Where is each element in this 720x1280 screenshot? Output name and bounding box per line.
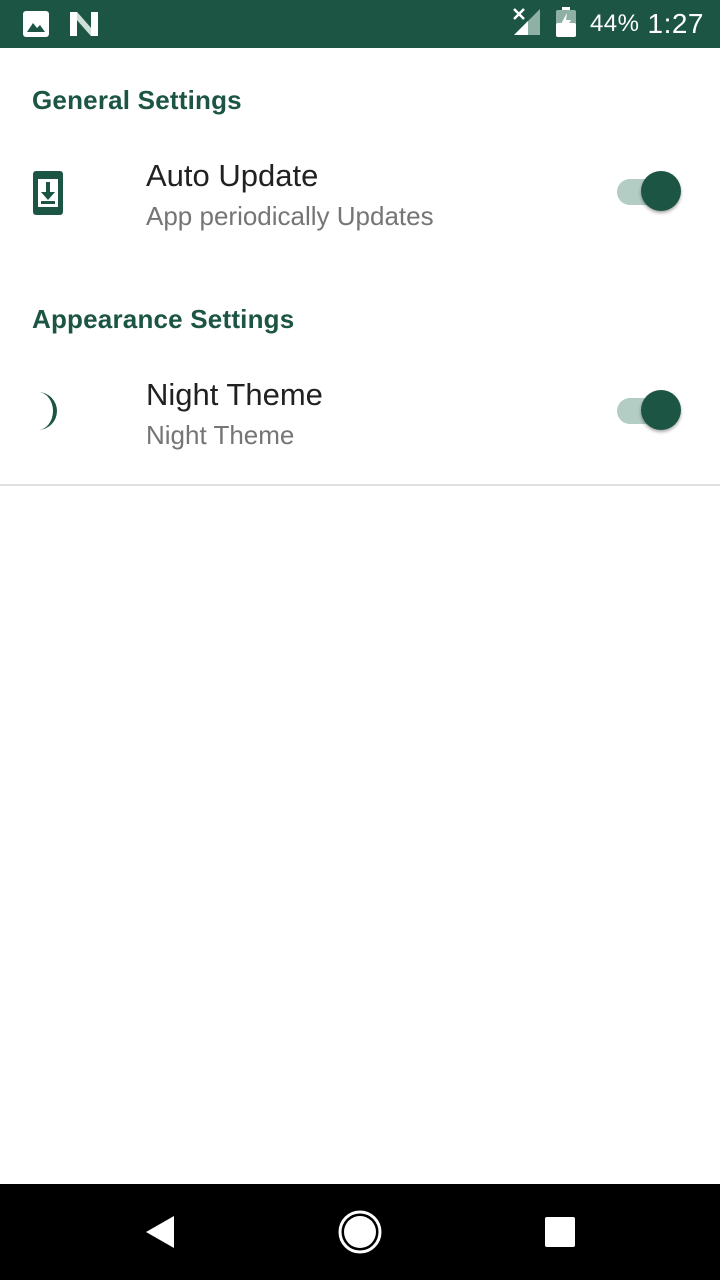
clock: 1:27 [647,8,704,39]
switch-thumb [641,390,681,430]
night-theme-switch[interactable] [615,390,683,432]
navigation-bar [0,1184,720,1280]
night-theme-title: Night Theme [146,377,323,412]
auto-update-preference[interactable]: Auto Update App periodically Updates [0,138,720,248]
settings-screen: 44% 1:27 General Settings Auto Update Ap… [0,0,720,1280]
auto-update-title: Auto Update [146,158,319,193]
back-icon[interactable] [136,1208,184,1256]
auto-update-switch[interactable] [615,171,683,213]
battery-charging-icon [555,6,576,42]
switch-thumb [641,171,681,211]
signal-no-service-icon [512,7,542,42]
auto-update-summary: App periodically Updates [146,201,434,231]
night-theme-summary: Night Theme [146,420,295,450]
n-notification-icon [68,10,100,43]
moon-icon [32,391,66,436]
appearance-settings-header: Appearance Settings [32,304,295,334]
general-settings-header: General Settings [32,85,242,115]
system-update-icon [30,170,66,221]
image-icon [22,10,50,43]
status-bar: 44% 1:27 [0,0,720,48]
list-divider [0,484,720,486]
home-icon[interactable] [336,1208,384,1256]
recents-icon[interactable] [536,1208,584,1256]
battery-percent: 44% [589,10,640,37]
status-bar-right: 44% 1:27 [512,0,704,48]
night-theme-preference[interactable]: Night Theme Night Theme [0,357,720,467]
